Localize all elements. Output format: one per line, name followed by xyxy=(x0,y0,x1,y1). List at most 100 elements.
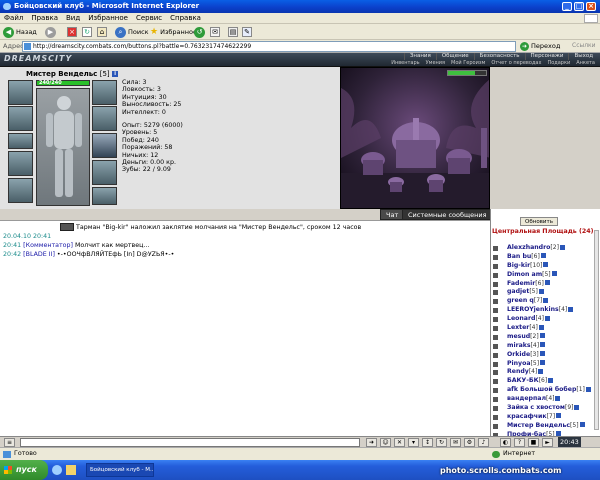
user-list-item[interactable]: вандерпал[4] xyxy=(493,395,599,404)
user-info-icon[interactable] xyxy=(544,315,550,321)
menu-help[interactable]: Справка xyxy=(166,13,205,24)
user-info-icon[interactable] xyxy=(556,413,562,419)
user-list-item[interactable]: Мистер Вендельс[5] xyxy=(493,422,599,431)
user-name[interactable]: Rendy xyxy=(507,368,529,375)
ring-slot[interactable] xyxy=(8,133,33,149)
user-list-item[interactable]: Pinyoa[5] xyxy=(493,360,599,369)
boots-slot[interactable] xyxy=(92,187,117,205)
taskbar-item-combats[interactable]: Бойцовский клуб - M... xyxy=(86,463,154,477)
user-list-item[interactable]: Dimon am[5] xyxy=(493,271,599,280)
filter-button[interactable]: ▾ xyxy=(408,438,419,447)
user-name[interactable]: Зайка с хвостом xyxy=(507,404,565,411)
favorites-button[interactable]: ★ Избранное xyxy=(150,26,197,38)
user-name[interactable]: green q xyxy=(507,297,534,304)
earring-slot[interactable] xyxy=(92,80,117,105)
user-list-item[interactable]: Orkide[3] xyxy=(493,351,599,360)
user-list-item[interactable]: Зайка с хвостом[9] xyxy=(493,404,599,413)
user-info-icon[interactable] xyxy=(540,360,546,366)
desktop-quicklaunch-icon[interactable] xyxy=(66,465,76,475)
user-name[interactable]: afk Большой бобер xyxy=(507,386,576,393)
belt-slot[interactable] xyxy=(92,160,117,185)
history-button[interactable]: ↺ xyxy=(194,26,205,38)
nav-profile[interactable]: Анкета xyxy=(573,60,598,67)
close-button[interactable]: × xyxy=(586,2,596,11)
user-list-item[interactable]: green q[7] xyxy=(493,297,599,306)
print-button[interactable]: ▤ xyxy=(228,26,238,38)
nav-security[interactable]: Безопасность xyxy=(473,53,525,60)
user-name[interactable]: mesud xyxy=(507,333,530,340)
stop-button[interactable]: × xyxy=(67,26,77,38)
user-name[interactable]: Big-kir xyxy=(507,262,530,269)
user-list-item[interactable]: Alexzhandro[2] xyxy=(493,244,599,253)
user-info-icon[interactable] xyxy=(544,280,550,286)
menu-file[interactable]: Файл xyxy=(0,13,27,24)
user-name[interactable]: БАКУ-БК xyxy=(507,377,539,384)
shield-slot[interactable] xyxy=(92,133,117,158)
back-button[interactable]: ◀ Назад xyxy=(3,26,37,38)
info-icon[interactable]: i xyxy=(112,71,119,77)
weapon-slot[interactable] xyxy=(8,151,33,176)
user-info-icon[interactable] xyxy=(539,333,545,339)
user-name[interactable]: Dimon am xyxy=(507,271,542,278)
user-list-item[interactable]: Fademir[6] xyxy=(493,280,599,289)
user-name[interactable]: Lexter xyxy=(507,324,529,331)
helmet-slot[interactable] xyxy=(8,80,33,105)
user-info-icon[interactable] xyxy=(585,386,591,392)
start-button[interactable]: пуск xyxy=(0,460,48,480)
nav-gifts[interactable]: Подарки xyxy=(544,60,573,67)
user-info-icon[interactable] xyxy=(538,324,544,330)
menu-tools[interactable]: Сервис xyxy=(132,13,166,24)
menu-edit[interactable]: Правка xyxy=(27,13,62,24)
go-button[interactable]: ➜ Переход xyxy=(520,41,560,52)
nav-characters[interactable]: Персонажи xyxy=(524,53,569,60)
edit-button[interactable]: ✎ xyxy=(242,26,252,38)
chat-sender[interactable]: [BLADE II] xyxy=(23,251,55,258)
nav-inventory[interactable]: Инвентарь xyxy=(388,60,422,67)
user-info-icon[interactable] xyxy=(568,306,574,312)
ie-quicklaunch-icon[interactable] xyxy=(52,465,62,475)
address-input[interactable]: http://dreamscity.combats.com/buttons.pl… xyxy=(22,41,516,52)
scroll-lock-button[interactable]: ↕ xyxy=(422,438,433,447)
armor-slot[interactable] xyxy=(8,178,33,203)
user-info-icon[interactable] xyxy=(540,253,546,259)
nav-transfers[interactable]: Отчет о переводах xyxy=(488,60,544,67)
location-artwork[interactable] xyxy=(340,67,490,209)
private-button[interactable]: ✉ xyxy=(450,438,461,447)
minimize-button[interactable]: _ xyxy=(562,2,572,11)
user-name[interactable]: gadjet xyxy=(507,288,529,295)
links-button[interactable]: Ссылки xyxy=(572,42,596,49)
nav-exit[interactable]: Выход xyxy=(568,53,598,60)
menu-favorites[interactable]: Избранное xyxy=(84,13,132,24)
smiley-button[interactable]: ☺ xyxy=(380,438,391,447)
user-list-item[interactable]: miraks[4] xyxy=(493,342,599,351)
sound-button[interactable]: ♪ xyxy=(478,438,489,447)
user-name[interactable]: Pinyoa xyxy=(507,360,531,367)
user-name[interactable]: Leonard xyxy=(507,315,535,322)
user-list-item[interactable]: Lexter[4] xyxy=(493,324,599,333)
user-list-item[interactable]: БАКУ-БК[6] xyxy=(493,377,599,386)
chat-input[interactable] xyxy=(20,438,360,447)
search-button[interactable]: ⌕ Поиск xyxy=(115,26,149,38)
user-list-item[interactable]: красафчик[7] xyxy=(493,413,599,422)
forward-button[interactable]: ▶ xyxy=(45,26,56,38)
refresh-page-button[interactable]: ↻ xyxy=(82,26,92,38)
help-button[interactable]: ? xyxy=(514,438,525,447)
tab-chat[interactable]: Чат xyxy=(380,209,405,220)
user-info-icon[interactable] xyxy=(574,404,580,410)
send-button[interactable]: ➜ xyxy=(366,438,377,447)
clear-button[interactable]: ✕ xyxy=(394,438,405,447)
user-info-icon[interactable] xyxy=(548,377,554,383)
exit-chat-button[interactable]: ► xyxy=(542,438,553,447)
user-info-icon[interactable] xyxy=(555,395,561,401)
user-list-item[interactable]: Ban bu[6] xyxy=(493,253,599,262)
user-info-icon[interactable] xyxy=(539,351,545,357)
settings-button[interactable]: ⚙ xyxy=(464,438,475,447)
user-info-icon[interactable] xyxy=(538,368,544,374)
nav-skills[interactable]: Умения xyxy=(423,60,448,67)
user-list-scrollbar[interactable] xyxy=(594,230,599,430)
amulet-slot[interactable] xyxy=(8,106,33,131)
user-info-icon[interactable] xyxy=(559,244,565,250)
nav-communication[interactable]: Общение xyxy=(435,53,474,60)
refresh-chat-button[interactable]: ↻ xyxy=(436,438,447,447)
menu-view[interactable]: Вид xyxy=(62,13,84,24)
